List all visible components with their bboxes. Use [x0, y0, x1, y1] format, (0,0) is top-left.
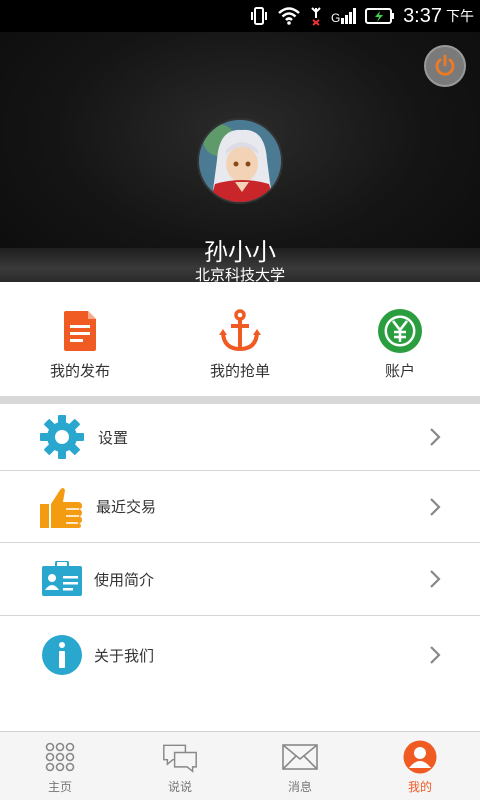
- chevron-right-icon: [430, 428, 441, 446]
- menu-item-recent-trades-label: 最近交易: [96, 498, 157, 516]
- nav-messages-label: 消息: [287, 780, 312, 794]
- menu-item-guide-label: 使用简介: [94, 570, 155, 589]
- nav-posts[interactable]: 说说: [120, 732, 240, 800]
- yuan-coin-icon: [378, 309, 422, 353]
- quick-actions: 我的发布 我的抢单 账户: [0, 282, 480, 396]
- info-icon: [42, 635, 82, 675]
- id-card-icon: [42, 561, 82, 596]
- wifi-icon: [278, 7, 300, 25]
- clock: 3:37: [403, 4, 442, 27]
- nav-home-label: 主页: [47, 780, 72, 794]
- signal-strength-icon: G: [331, 8, 357, 25]
- menu-item-guide[interactable]: 使用简介: [0, 543, 480, 616]
- menu-item-recent-trades[interactable]: 最近交易: [0, 471, 480, 543]
- menu-item-settings[interactable]: 设置: [0, 404, 480, 471]
- my-posts-button[interactable]: 我的发布: [0, 282, 160, 396]
- vibrate-icon: [251, 7, 268, 25]
- document-icon: [64, 311, 96, 351]
- avatar[interactable]: [197, 118, 283, 204]
- chat-bubbles-icon: [163, 744, 197, 773]
- thumbs-up-icon: [40, 487, 82, 528]
- logout-button[interactable]: [424, 45, 466, 87]
- my-grabs-label: 我的抢单: [209, 362, 270, 380]
- user-name: 孙小小: [204, 238, 276, 266]
- user-school: 北京科技大学: [194, 266, 285, 282]
- my-posts-label: 我的发布: [49, 362, 110, 380]
- svg-text:G: G: [331, 11, 340, 25]
- no-signal-icon: [311, 7, 321, 26]
- nav-me-label: 我的: [407, 780, 432, 794]
- battery-charging-icon: [365, 8, 395, 24]
- menu-list: 设置 最近交易 使用简介 关于我们: [0, 404, 480, 694]
- user-icon: [403, 740, 437, 774]
- my-grabs-button[interactable]: 我的抢单: [160, 282, 320, 396]
- menu-item-about-label: 关于我们: [94, 646, 155, 665]
- account-button[interactable]: 账户: [320, 282, 480, 396]
- bottom-nav: 主页 说说 消息 我的: [0, 731, 480, 800]
- menu-item-about[interactable]: 关于我们: [0, 616, 480, 694]
- chevron-right-icon: [430, 497, 441, 516]
- nav-home[interactable]: 主页: [0, 732, 120, 800]
- account-label: 账户: [384, 362, 415, 380]
- nav-me[interactable]: 我的: [360, 732, 480, 800]
- section-divider: [0, 396, 480, 404]
- chevron-right-icon: [430, 570, 441, 588]
- anchor-icon: [219, 309, 261, 352]
- nav-posts-label: 说说: [167, 780, 192, 794]
- menu-item-settings-label: 设置: [98, 428, 129, 447]
- mail-icon: [282, 744, 318, 770]
- power-icon: [435, 54, 455, 76]
- chevron-right-icon: [430, 646, 441, 664]
- avatar-image: [199, 120, 281, 202]
- clock-ampm: 下午: [446, 9, 474, 25]
- gear-icon: [40, 415, 84, 459]
- profile-header: 孙小小 北京科技大学: [0, 32, 480, 282]
- nav-messages[interactable]: 消息: [240, 732, 360, 800]
- status-bar: G 3:37 下午: [0, 0, 480, 32]
- grid-dots-icon: [45, 742, 75, 772]
